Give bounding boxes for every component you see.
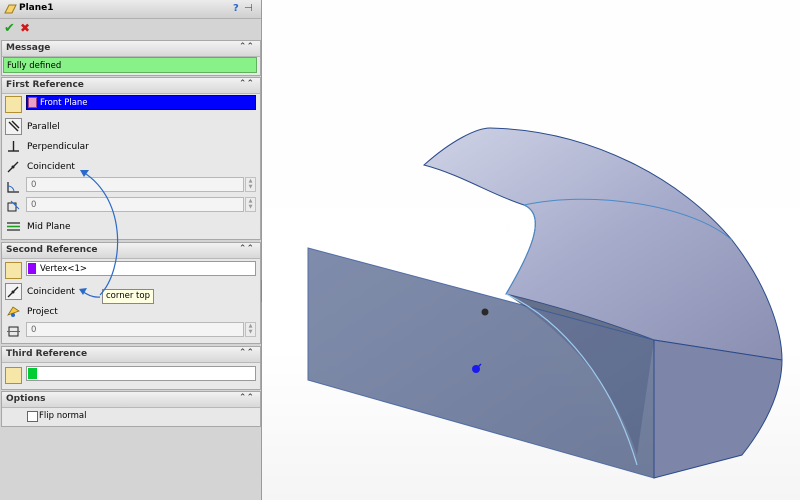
second-value-input[interactable]: 0: [26, 322, 244, 337]
first-reference-selection-row: Front Plane: [2, 95, 260, 115]
options-section: Options ⌃⌃ Flip normal: [1, 391, 261, 427]
second-value: 0: [31, 325, 37, 335]
feature-title: Plane1: [19, 3, 54, 13]
confirm-bar: ✔ ✖: [0, 19, 261, 39]
graphics-viewport[interactable]: [262, 0, 800, 500]
third-reference-field[interactable]: [26, 366, 256, 381]
plane-swatch-icon: [28, 97, 37, 108]
angle-icon[interactable]: [5, 178, 22, 195]
plane-feature-icon: [4, 4, 17, 14]
third-reference-section-header[interactable]: Third Reference ⌃⌃: [2, 347, 260, 363]
option-perpendicular[interactable]: Perpendicular: [2, 137, 260, 157]
parallel-icon[interactable]: [5, 118, 22, 135]
parallel-label: Parallel: [27, 122, 60, 132]
first-reference-title: First Reference: [6, 80, 84, 90]
coincident-label: Coincident: [27, 162, 75, 172]
message-section: Message ⌃⌃ Fully defined: [1, 40, 261, 76]
angle-input[interactable]: 0: [26, 177, 244, 192]
flip-normal-checkbox[interactable]: [27, 411, 38, 422]
perpendicular-label: Perpendicular: [27, 142, 89, 152]
empty-swatch-icon: [28, 368, 37, 379]
angle-spinner[interactable]: ▲ ▼: [245, 177, 256, 192]
message-status-text: Fully defined: [7, 61, 62, 71]
property-manager-panel: Plane1 ? ⊣ ✔ ✖ Message ⌃⌃ Fully defined …: [0, 0, 262, 500]
option-mid-plane[interactable]: Mid Plane: [2, 217, 260, 237]
selection-box-icon: [5, 262, 22, 279]
distance-row: 0 ▲ ▼: [2, 197, 260, 217]
property-manager-titlebar: Plane1 ? ⊣: [0, 0, 261, 19]
selection-box-icon: [5, 96, 22, 113]
vertex-marker: [481, 308, 489, 316]
pin-icon[interactable]: ⊣: [244, 3, 253, 14]
cancel-button[interactable]: ✖: [20, 21, 30, 35]
help-icon[interactable]: ?: [233, 3, 239, 14]
3d-model[interactable]: [262, 0, 800, 500]
second-reference-selection-row: Vertex<1>: [2, 261, 260, 281]
second-reference-selection-text: Vertex<1>: [40, 264, 87, 274]
distance-value: 0: [31, 200, 37, 210]
angle-value: 0: [31, 180, 37, 190]
second-value-row: 0 ▲ ▼: [2, 322, 260, 342]
side-face: [653, 339, 783, 479]
first-reference-selection-text: Front Plane: [40, 98, 88, 108]
option-parallel[interactable]: Parallel: [2, 117, 260, 137]
tooltip: corner top: [102, 289, 154, 304]
second-reference-field[interactable]: Vertex<1>: [26, 261, 256, 276]
mid-plane-icon[interactable]: [5, 218, 22, 235]
first-reference-section: First Reference ⌃⌃ Front Plane Parallel …: [1, 77, 261, 240]
ok-button[interactable]: ✔: [4, 21, 15, 36]
mid-plane-label: Mid Plane: [27, 222, 71, 232]
coincident-icon[interactable]: [5, 283, 22, 300]
vertex-swatch-icon: [28, 263, 36, 274]
distance-spinner[interactable]: ▲ ▼: [245, 197, 256, 212]
message-section-header[interactable]: Message ⌃⌃: [2, 41, 260, 57]
angle-row: 0 ▲ ▼: [2, 177, 260, 197]
offset-distance-icon[interactable]: [5, 198, 22, 215]
options-title: Options: [6, 394, 46, 404]
perpendicular-icon[interactable]: [5, 138, 22, 155]
coincident-icon[interactable]: [5, 158, 22, 175]
project-icon[interactable]: [5, 303, 22, 320]
message-section-title: Message: [6, 43, 51, 53]
third-reference-selection-row: [2, 366, 260, 386]
option-project[interactable]: Project: [2, 302, 260, 322]
collapse-icon[interactable]: ⌃⌃: [239, 42, 254, 52]
first-reference-field[interactable]: Front Plane: [26, 95, 256, 110]
second-reference-section-header[interactable]: Second Reference ⌃⌃: [2, 243, 260, 259]
collapse-icon[interactable]: ⌃⌃: [239, 244, 254, 254]
distance-input[interactable]: 0: [26, 197, 244, 212]
first-reference-section-header[interactable]: First Reference ⌃⌃: [2, 78, 260, 94]
option-coincident-1[interactable]: Coincident: [2, 157, 260, 177]
message-status: Fully defined: [3, 57, 257, 73]
selection-box-icon: [5, 367, 22, 384]
offset-icon[interactable]: [5, 323, 22, 340]
third-reference-section: Third Reference ⌃⌃: [1, 346, 261, 390]
project-label: Project: [27, 307, 58, 317]
coincident-label: Coincident: [27, 287, 75, 297]
collapse-icon[interactable]: ⌃⌃: [239, 79, 254, 89]
second-reference-title: Second Reference: [6, 245, 98, 255]
collapse-icon[interactable]: ⌃⌃: [239, 348, 254, 358]
third-reference-title: Third Reference: [6, 349, 88, 359]
second-value-spinner[interactable]: ▲ ▼: [245, 322, 256, 337]
collapse-icon[interactable]: ⌃⌃: [239, 393, 254, 403]
flip-normal-label: Flip normal: [39, 411, 87, 421]
options-section-header[interactable]: Options ⌃⌃: [2, 392, 260, 408]
